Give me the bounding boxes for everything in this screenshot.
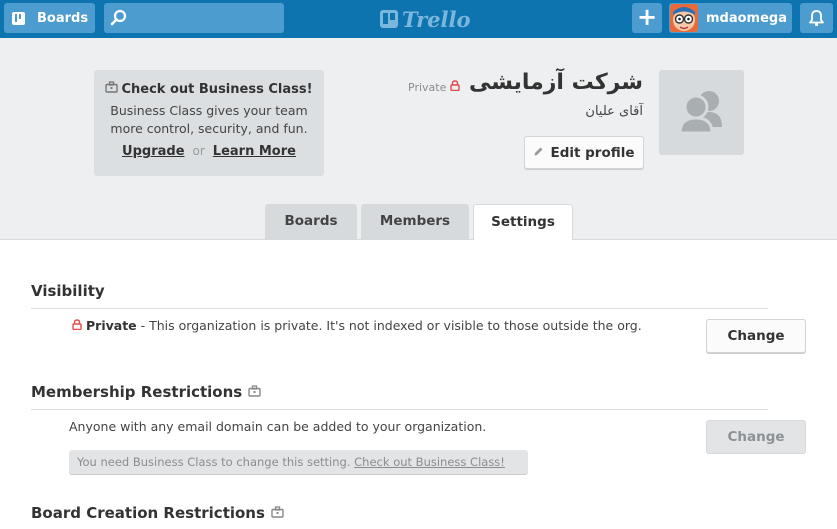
promo-text-line1: Business Class gives your team bbox=[110, 103, 308, 118]
visibility-status: Private - This organization is private. … bbox=[72, 318, 642, 333]
tab-members[interactable]: Members bbox=[361, 204, 469, 239]
plus-icon: + bbox=[636, 3, 658, 31]
user-menu-button[interactable]: mdaomega bbox=[669, 3, 792, 33]
visibility-description: - This organization is private. It's not… bbox=[136, 318, 642, 333]
learn-more-link[interactable]: Learn More bbox=[213, 144, 296, 159]
avatar bbox=[670, 4, 698, 32]
boards-button-label: Boards bbox=[37, 10, 89, 26]
pencil-icon bbox=[533, 145, 544, 161]
boards-button[interactable]: Boards bbox=[4, 3, 95, 33]
team-icon bbox=[676, 87, 728, 141]
org-visibility-badge: Private bbox=[408, 80, 461, 94]
upgrade-link[interactable]: Upgrade bbox=[122, 144, 184, 159]
visibility-status-label: Private bbox=[86, 318, 137, 333]
briefcase-icon bbox=[248, 383, 261, 401]
search-input[interactable] bbox=[104, 3, 284, 33]
business-class-promo: Check out Business Class! Business Class… bbox=[94, 70, 324, 176]
org-subtitle: آقای علیان bbox=[585, 104, 643, 119]
board-creation-restrictions-heading: Board Creation Restrictions bbox=[31, 504, 284, 522]
briefcase-icon bbox=[105, 81, 119, 97]
edit-profile-button[interactable]: Edit profile bbox=[524, 136, 644, 169]
promo-title: Check out Business Class! bbox=[94, 81, 324, 97]
org-name: شرکت آزمایشی bbox=[468, 70, 643, 95]
change-membership-button[interactable]: Change bbox=[706, 420, 806, 454]
membership-heading-text: Membership Restrictions bbox=[31, 383, 243, 401]
tab-boards[interactable]: Boards bbox=[265, 204, 357, 239]
business-class-notice: You need Business Class to change this s… bbox=[69, 450, 528, 474]
boards-icon bbox=[12, 11, 25, 25]
tab-settings[interactable]: Settings bbox=[473, 204, 573, 240]
briefcase-icon bbox=[271, 504, 284, 522]
edit-profile-label: Edit profile bbox=[550, 144, 635, 161]
membership-restrictions-heading: Membership Restrictions bbox=[31, 383, 261, 401]
lock-icon bbox=[72, 318, 82, 333]
top-bar: Boards Trello + mdaomega bbox=[0, 0, 837, 38]
username-label: mdaomega bbox=[706, 10, 787, 26]
membership-description: Anyone with any email domain can be adde… bbox=[69, 419, 487, 434]
trello-logo[interactable]: Trello bbox=[380, 6, 471, 32]
lock-icon bbox=[450, 80, 461, 94]
bell-icon bbox=[808, 9, 825, 31]
change-visibility-button[interactable]: Change bbox=[706, 319, 806, 353]
notice-text: You need Business Class to change this s… bbox=[77, 455, 355, 469]
visibility-badge-label: Private bbox=[408, 80, 447, 94]
org-logo-placeholder bbox=[659, 70, 744, 155]
search-icon bbox=[110, 9, 128, 27]
divider bbox=[31, 409, 768, 410]
add-button[interactable]: + bbox=[632, 3, 662, 33]
promo-description: Business Class gives your team more cont… bbox=[94, 102, 324, 138]
visibility-heading: Visibility bbox=[31, 282, 105, 300]
board-creation-heading-text: Board Creation Restrictions bbox=[31, 504, 265, 522]
divider bbox=[31, 308, 768, 309]
visibility-heading-text: Visibility bbox=[31, 282, 105, 300]
trello-logo-icon bbox=[380, 10, 398, 28]
or-separator: or bbox=[192, 144, 205, 158]
promo-links: Upgrade or Learn More bbox=[94, 144, 324, 159]
org-header: Check out Business Class! Business Class… bbox=[0, 38, 837, 240]
promo-text-line2: more control, security, and fun. bbox=[110, 121, 308, 136]
check-out-business-class-link[interactable]: Check out Business Class! bbox=[354, 455, 505, 469]
promo-title-text: Check out Business Class! bbox=[121, 81, 313, 97]
notifications-button[interactable] bbox=[800, 3, 833, 33]
trello-logo-text: Trello bbox=[402, 6, 471, 32]
